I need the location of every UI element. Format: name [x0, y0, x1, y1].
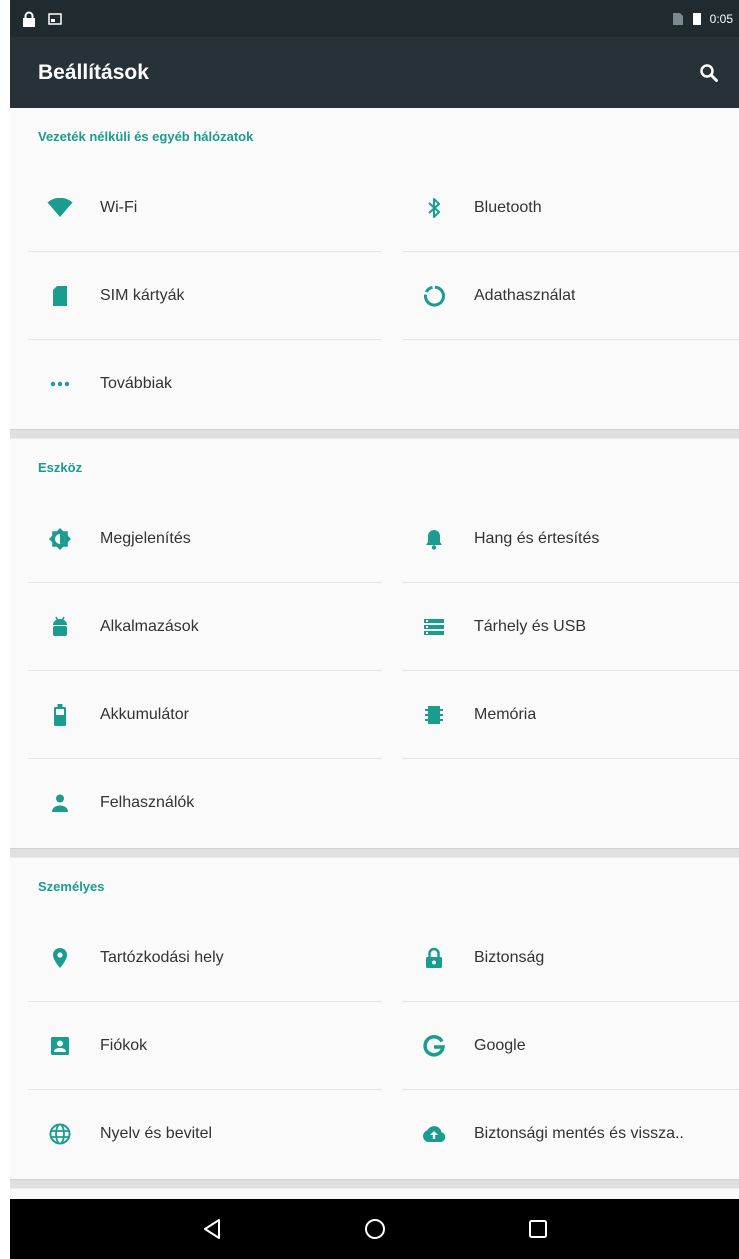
search-icon: [700, 63, 718, 82]
battery-status-icon: [692, 12, 702, 26]
lock-icon: [22, 11, 36, 27]
bell-icon: [394, 528, 474, 550]
screenshot-icon: [48, 12, 62, 25]
section-header-device: Eszköz: [38, 459, 83, 475]
tile-sim-cards[interactable]: SIM kártyák: [28, 252, 382, 340]
section-divider: [10, 429, 739, 439]
android-icon: [20, 616, 100, 638]
tile-label: Felhasználók: [100, 793, 195, 811]
navigation-bar: [10, 1199, 739, 1259]
section-divider: [10, 1179, 739, 1189]
tile-backup[interactable]: Biztonsági mentés és vissza..: [402, 1090, 739, 1177]
tile-label: Tárhely és USB: [474, 617, 587, 635]
page-title: Beállítások: [38, 60, 149, 84]
tile-label: Nyelv és bevitel: [100, 1124, 213, 1142]
battery-icon: [20, 703, 100, 727]
home-button[interactable]: [351, 1205, 399, 1253]
tile-label: Biztonság: [474, 948, 545, 966]
clock: 0:05: [709, 11, 733, 26]
settings-list: Vezeték nélküli és egyéb hálózatok Wi-Fi…: [10, 108, 739, 1189]
tile-label: Továbbiak: [100, 374, 173, 392]
lock-icon: [394, 947, 474, 969]
tile-label: Megjelenítés: [100, 529, 191, 547]
cloud-upload-icon: [394, 1125, 474, 1143]
tile-label: Adathasználat: [474, 286, 576, 304]
account-box-icon: [20, 1036, 100, 1056]
tile-sound[interactable]: Hang és értesítés: [402, 495, 739, 583]
section-header-personal: Személyes: [38, 878, 105, 894]
section-personal: Személyes Tartózkodási hely Biztonság Fi…: [10, 858, 739, 1189]
tile-more[interactable]: Továbbiak: [28, 340, 382, 427]
settings-screen: 0:05 Beállítások Vezeték nélküli és egyé…: [10, 0, 739, 1259]
section-wireless: Vezeték nélküli és egyéb hálózatok Wi-Fi…: [10, 108, 739, 439]
back-button[interactable]: [188, 1205, 236, 1253]
section-device: Eszköz Megjelenítés Hang és értesítés Al…: [10, 439, 739, 858]
tile-label: Tartózkodási hely: [100, 948, 224, 966]
tile-label: Google: [474, 1036, 526, 1054]
tile-label: Hang és értesítés: [474, 529, 600, 547]
tile-language[interactable]: Nyelv és bevitel: [28, 1090, 382, 1177]
bluetooth-icon: [394, 197, 474, 219]
recents-icon: [528, 1220, 547, 1238]
section-divider: [10, 848, 739, 858]
tile-bluetooth[interactable]: Bluetooth: [402, 164, 739, 252]
recents-button[interactable]: [514, 1205, 562, 1253]
tile-data-usage[interactable]: Adathasználat: [402, 252, 739, 340]
tile-accounts[interactable]: Fiókok: [28, 1002, 382, 1090]
tile-label: Wi-Fi: [100, 198, 138, 216]
tile-wifi[interactable]: Wi-Fi: [28, 164, 382, 252]
display-brightness-icon: [20, 527, 100, 551]
wifi-icon: [20, 197, 100, 218]
tile-users[interactable]: Felhasználók: [28, 759, 382, 846]
no-sim-icon: [672, 12, 684, 26]
tile-security[interactable]: Biztonság: [402, 914, 739, 1002]
tile-apps[interactable]: Alkalmazások: [28, 583, 382, 671]
globe-icon: [20, 1123, 100, 1145]
home-icon: [364, 1219, 385, 1239]
sim-card-icon: [20, 285, 100, 307]
tile-label: Alkalmazások: [100, 617, 199, 635]
tile-label: Akkumulátor: [100, 705, 189, 723]
location-icon: [20, 947, 100, 969]
storage-icon: [394, 618, 474, 636]
tile-label: Bluetooth: [474, 198, 542, 216]
tile-memory[interactable]: Memória: [402, 671, 739, 759]
tile-label: Fiókok: [100, 1036, 148, 1054]
memory-icon: [394, 704, 474, 726]
tile-display[interactable]: Megjelenítés: [28, 495, 382, 583]
tile-location[interactable]: Tartózkodási hely: [28, 914, 382, 1002]
tile-label: SIM kártyák: [100, 286, 185, 304]
tile-battery[interactable]: Akkumulátor: [28, 671, 382, 759]
search-button[interactable]: [693, 57, 725, 89]
google-icon: [394, 1034, 474, 1058]
tile-google[interactable]: Google: [402, 1002, 739, 1090]
app-bar: Beállítások: [10, 37, 739, 108]
status-bar: 0:05: [10, 0, 739, 37]
tile-label: Memória: [474, 705, 537, 723]
back-icon: [203, 1219, 220, 1239]
tile-label: Biztonsági mentés és vissza..: [474, 1124, 684, 1142]
section-header-wireless: Vezeték nélküli és egyéb hálózatok: [38, 128, 254, 144]
person-icon: [20, 793, 100, 813]
data-usage-icon: [394, 285, 474, 307]
tile-storage[interactable]: Tárhely és USB: [402, 583, 739, 671]
more-icon: [20, 381, 100, 387]
